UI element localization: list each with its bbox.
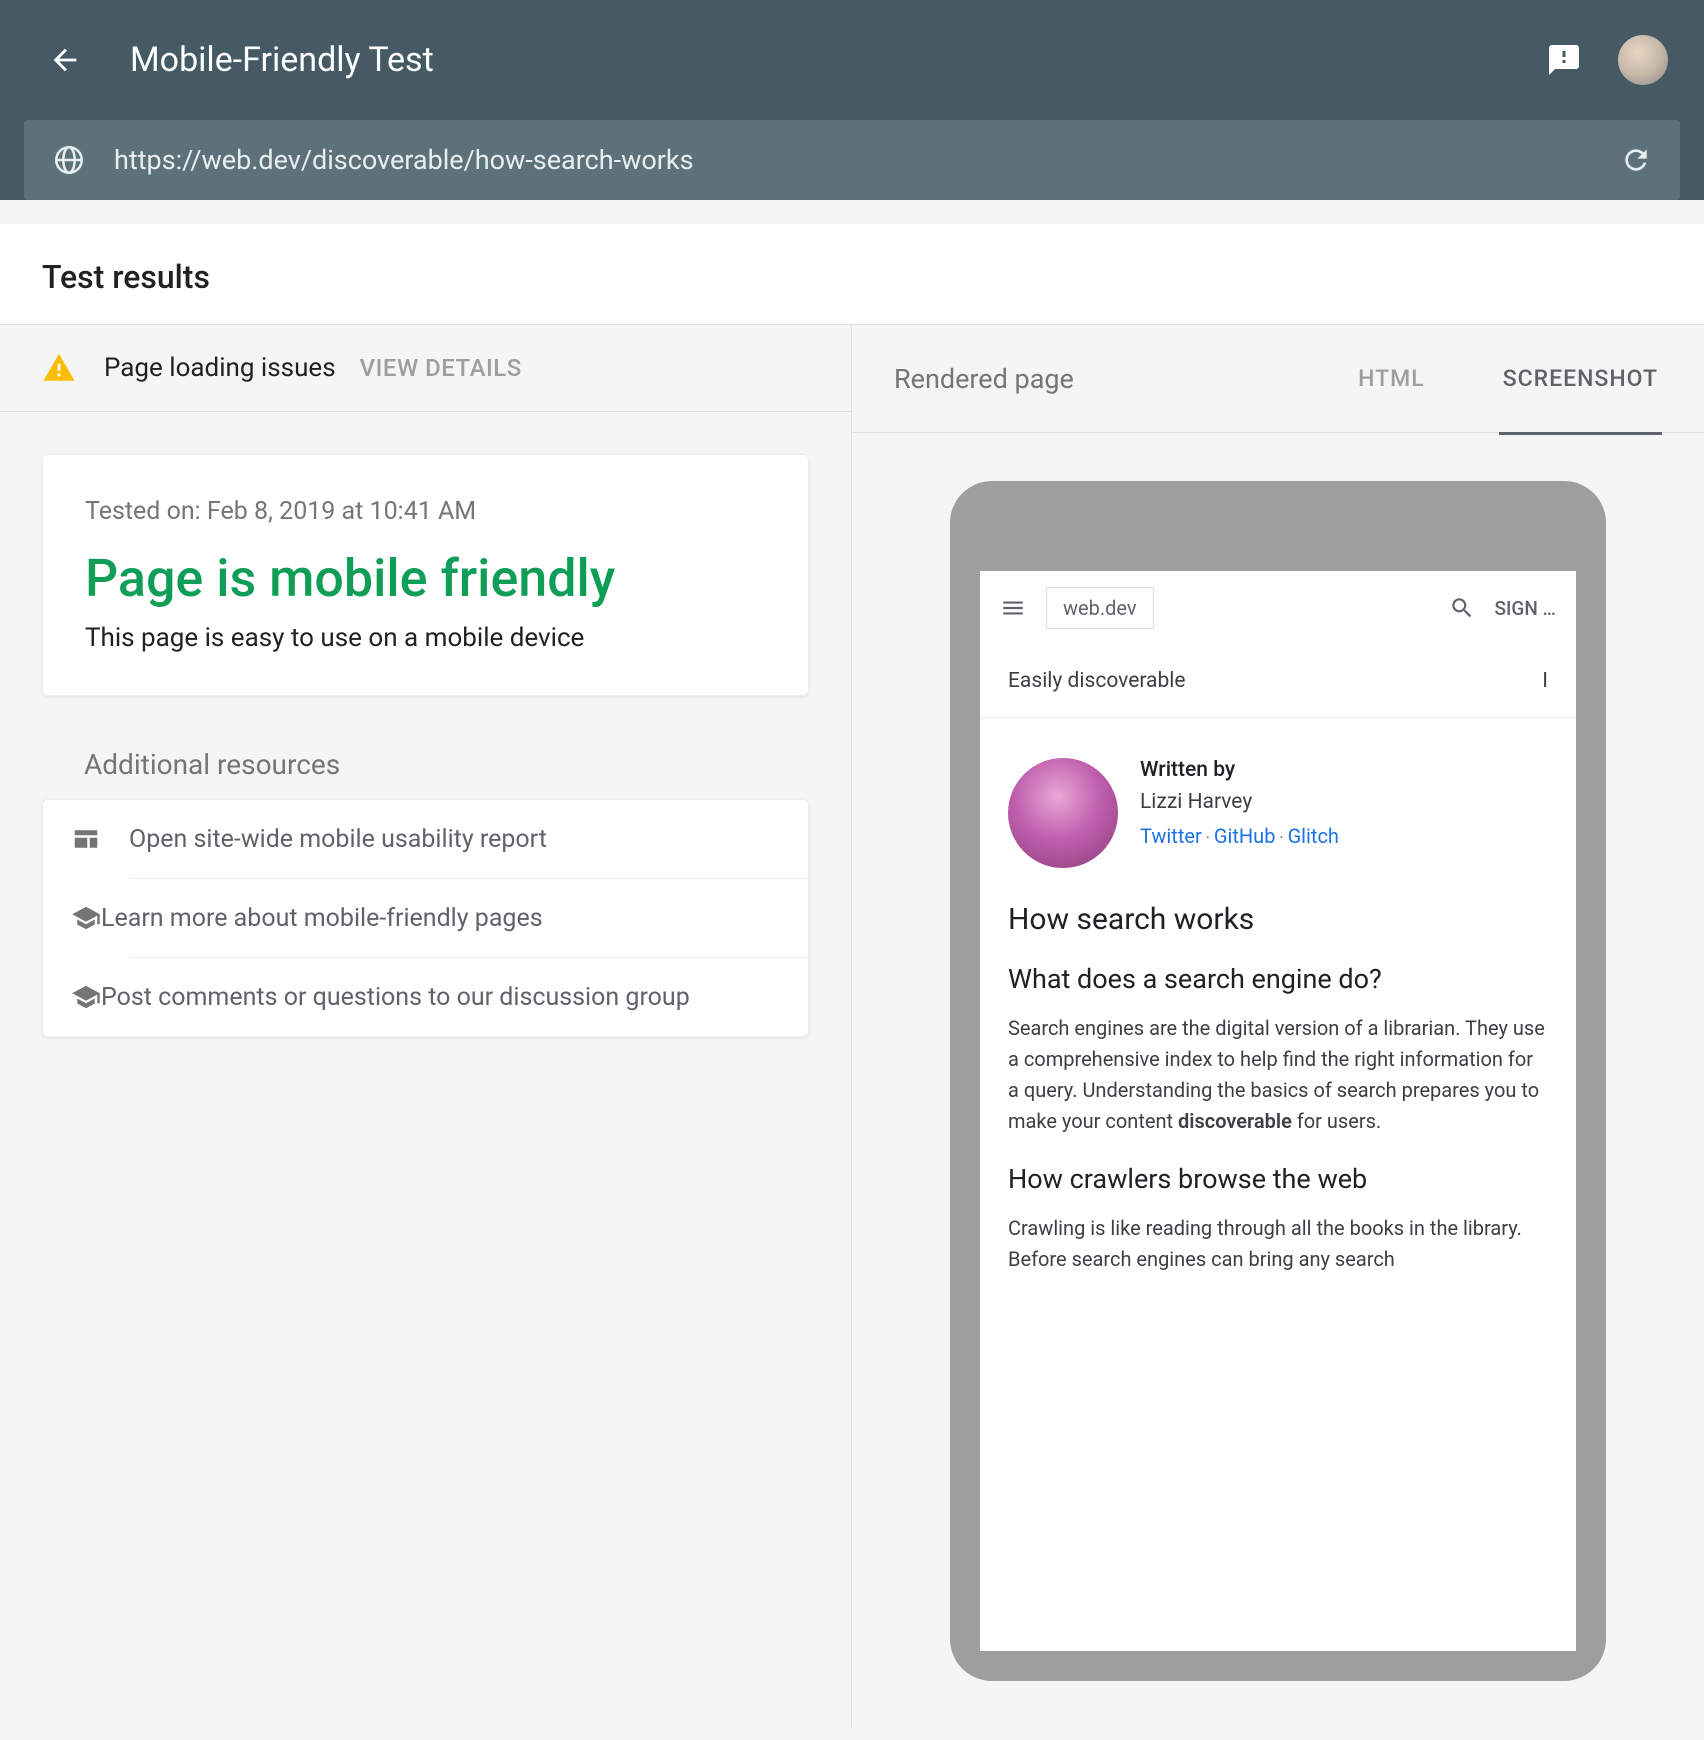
app-header: Mobile-Friendly Test bbox=[0, 0, 1704, 200]
url-bar bbox=[24, 120, 1680, 200]
resource-label: Open site-wide mobile usability report bbox=[129, 825, 547, 854]
mobile-url-chip: web.dev bbox=[1046, 587, 1154, 629]
right-header: Rendered page HTML SCREENSHOT bbox=[852, 325, 1704, 433]
app-title: Mobile-Friendly Test bbox=[130, 40, 1546, 80]
issues-bar: Page loading issues VIEW DETAILS bbox=[0, 325, 851, 412]
resource-item-discuss[interactable]: Post comments or questions to our discus… bbox=[129, 957, 808, 1036]
resource-label: Post comments or questions to our discus… bbox=[101, 983, 690, 1012]
back-button[interactable] bbox=[36, 31, 94, 89]
mobile-header: web.dev SIGN … bbox=[980, 571, 1576, 645]
author-avatar bbox=[1008, 758, 1118, 868]
rendered-page-label: Rendered page bbox=[894, 363, 1354, 395]
tab-screenshot[interactable]: SCREENSHOT bbox=[1499, 351, 1662, 435]
phone-frame: web.dev SIGN … Easily discoverable I bbox=[950, 481, 1606, 1681]
resources-list: Open site-wide mobile usability report L… bbox=[42, 799, 809, 1037]
phone-screen: web.dev SIGN … Easily discoverable I bbox=[980, 571, 1576, 1651]
written-by-label: Written by bbox=[1140, 758, 1339, 782]
refresh-button[interactable] bbox=[1620, 144, 1652, 176]
warning-icon bbox=[42, 351, 76, 385]
user-avatar[interactable] bbox=[1618, 35, 1668, 85]
mobile-paragraph: Crawling is like reading through all the… bbox=[1008, 1213, 1548, 1275]
resource-item-report[interactable]: Open site-wide mobile usability report bbox=[43, 800, 808, 878]
view-details-button[interactable]: VIEW DETAILS bbox=[360, 354, 522, 382]
mobile-paragraph: Search engines are the digital version o… bbox=[1008, 1013, 1548, 1137]
section-title: Test results bbox=[0, 224, 1704, 325]
result-subtitle: This page is easy to use on a mobile dev… bbox=[85, 623, 766, 653]
author-links: Twitter · GitHub · Glitch bbox=[1140, 824, 1339, 848]
url-input[interactable] bbox=[114, 144, 1620, 176]
author-name: Lizzi Harvey bbox=[1140, 790, 1339, 814]
tested-on-text: Tested on: Feb 8, 2019 at 10:41 AM bbox=[85, 497, 766, 526]
author-link-github: GitHub bbox=[1214, 824, 1276, 848]
mobile-h2: What does a search engine do? bbox=[1008, 963, 1548, 995]
mobile-breadcrumb: Easily discoverable I bbox=[980, 645, 1576, 718]
content-area: Page loading issues VIEW DETAILS Tested … bbox=[0, 325, 1704, 1727]
arrow-left-icon bbox=[48, 43, 82, 77]
issues-label: Page loading issues bbox=[104, 353, 336, 383]
resource-item-learn[interactable]: Learn more about mobile-friendly pages bbox=[129, 878, 808, 957]
feedback-button[interactable] bbox=[1546, 42, 1582, 78]
tab-html[interactable]: HTML bbox=[1354, 351, 1429, 406]
additional-resources-title: Additional resources bbox=[84, 748, 809, 781]
result-title: Page is mobile friendly bbox=[85, 548, 766, 609]
resource-label: Learn more about mobile-friendly pages bbox=[101, 904, 543, 933]
top-bar: Mobile-Friendly Test bbox=[0, 0, 1704, 120]
result-card: Tested on: Feb 8, 2019 at 10:41 AM Page … bbox=[42, 454, 809, 696]
feedback-icon bbox=[1546, 42, 1582, 78]
refresh-icon bbox=[1620, 144, 1652, 176]
left-panel: Page loading issues VIEW DETAILS Tested … bbox=[0, 325, 852, 1727]
mobile-h1: How search works bbox=[1008, 902, 1548, 937]
school-icon bbox=[71, 982, 101, 1012]
search-icon bbox=[1449, 595, 1475, 621]
author-link-glitch: Glitch bbox=[1288, 824, 1339, 848]
author-link-twitter: Twitter bbox=[1140, 824, 1202, 848]
globe-icon bbox=[52, 143, 86, 177]
school-icon bbox=[71, 903, 101, 933]
mobile-signin: SIGN … bbox=[1495, 597, 1556, 620]
mobile-author-block: Written by Lizzi Harvey Twitter · GitHub… bbox=[1008, 758, 1548, 868]
hamburger-icon bbox=[1000, 595, 1026, 621]
mobile-h2: How crawlers browse the web bbox=[1008, 1163, 1548, 1195]
webpage-icon bbox=[71, 824, 101, 854]
right-panel: Rendered page HTML SCREENSHOT web.dev SI… bbox=[852, 325, 1704, 1727]
preview-tabs: HTML SCREENSHOT bbox=[1354, 351, 1662, 406]
